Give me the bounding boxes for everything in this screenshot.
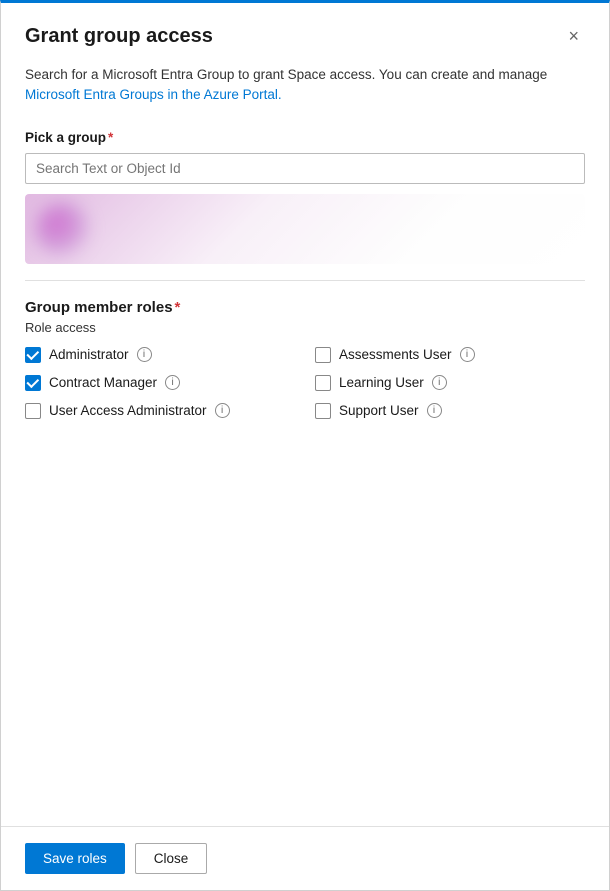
close-icon-button[interactable]: × <box>562 23 585 49</box>
modal-body: Search for a Microsoft Entra Group to gr… <box>1 65 609 826</box>
modal-header: Grant group access × <box>1 3 609 65</box>
checkbox-support-user[interactable] <box>315 403 331 419</box>
group-preview-area <box>25 194 585 264</box>
role-item-learning-user: Learning User i <box>315 375 585 391</box>
modal-footer: Save roles Close <box>1 826 609 890</box>
role-item-support-user: Support User i <box>315 403 585 419</box>
role-item-user-access-administrator: User Access Administrator i <box>25 403 295 419</box>
azure-portal-link[interactable]: Microsoft Entra Groups in the Azure Port… <box>25 87 282 102</box>
role-label-administrator: Administrator <box>49 347 129 362</box>
roles-required-indicator: * <box>175 299 181 316</box>
role-label-contract-manager: Contract Manager <box>49 375 157 390</box>
checkbox-user-access-administrator[interactable] <box>25 403 41 419</box>
checkbox-contract-manager[interactable] <box>25 375 41 391</box>
required-indicator: * <box>108 130 113 145</box>
info-icon-assessments-user[interactable]: i <box>460 347 475 362</box>
close-button[interactable]: Close <box>135 843 208 874</box>
checkbox-learning-user[interactable] <box>315 375 331 391</box>
search-input[interactable] <box>25 153 585 184</box>
role-label-user-access-administrator: User Access Administrator <box>49 403 207 418</box>
grant-group-access-modal: Grant group access × Search for a Micros… <box>0 0 610 891</box>
info-icon-contract-manager[interactable]: i <box>165 375 180 390</box>
info-icon-learning-user[interactable]: i <box>432 375 447 390</box>
role-item-contract-manager: Contract Manager i <box>25 375 295 391</box>
checkbox-administrator[interactable] <box>25 347 41 363</box>
role-access-label: Role access <box>25 320 585 335</box>
roles-grid: Administrator i Assessments User i Contr… <box>25 347 585 419</box>
roles-section-title: Group member roles* <box>25 299 585 316</box>
description-text: Search for a Microsoft Entra Group to gr… <box>25 65 585 106</box>
info-icon-support-user[interactable]: i <box>427 403 442 418</box>
info-icon-administrator[interactable]: i <box>137 347 152 362</box>
roles-section: Group member roles* Role access Administ… <box>25 281 585 419</box>
preview-blob <box>35 202 90 257</box>
description-paragraph: Search for a Microsoft Entra Group to gr… <box>25 67 547 82</box>
role-label-support-user: Support User <box>339 403 419 418</box>
role-label-assessments-user: Assessments User <box>339 347 452 362</box>
info-icon-user-access-administrator[interactable]: i <box>215 403 230 418</box>
save-roles-button[interactable]: Save roles <box>25 843 125 874</box>
role-label-learning-user: Learning User <box>339 375 424 390</box>
role-item-administrator: Administrator i <box>25 347 295 363</box>
role-item-assessments-user: Assessments User i <box>315 347 585 363</box>
modal-title: Grant group access <box>25 25 213 48</box>
pick-group-section: Pick a group* <box>25 110 585 264</box>
checkbox-assessments-user[interactable] <box>315 347 331 363</box>
pick-group-label: Pick a group* <box>25 130 585 145</box>
